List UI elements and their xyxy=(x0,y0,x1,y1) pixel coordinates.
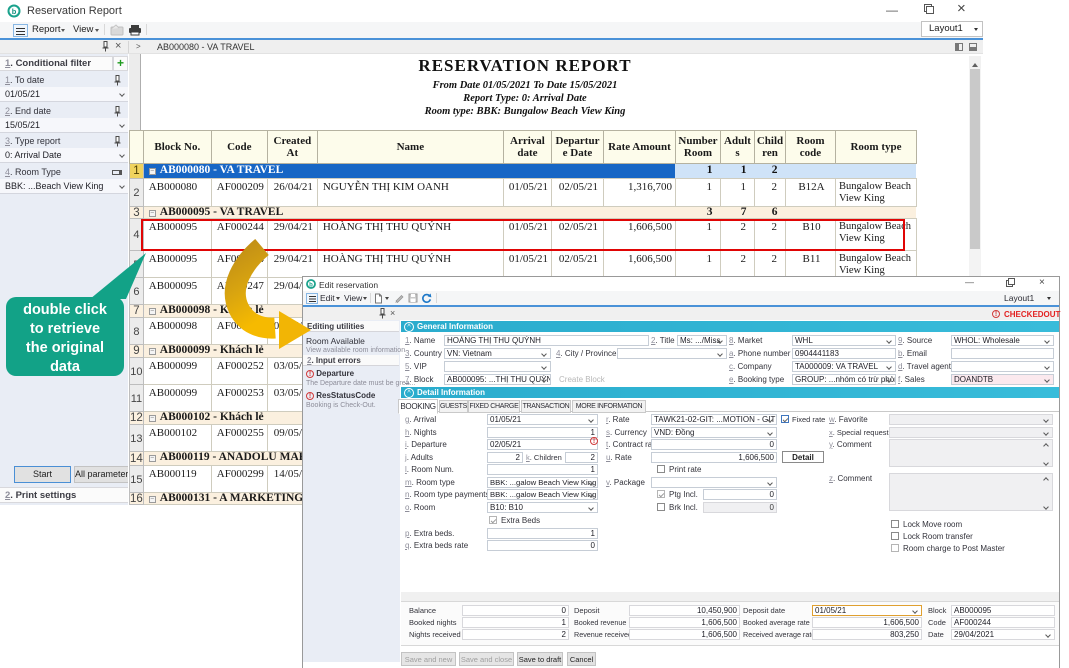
svg-text:b: b xyxy=(12,7,17,16)
